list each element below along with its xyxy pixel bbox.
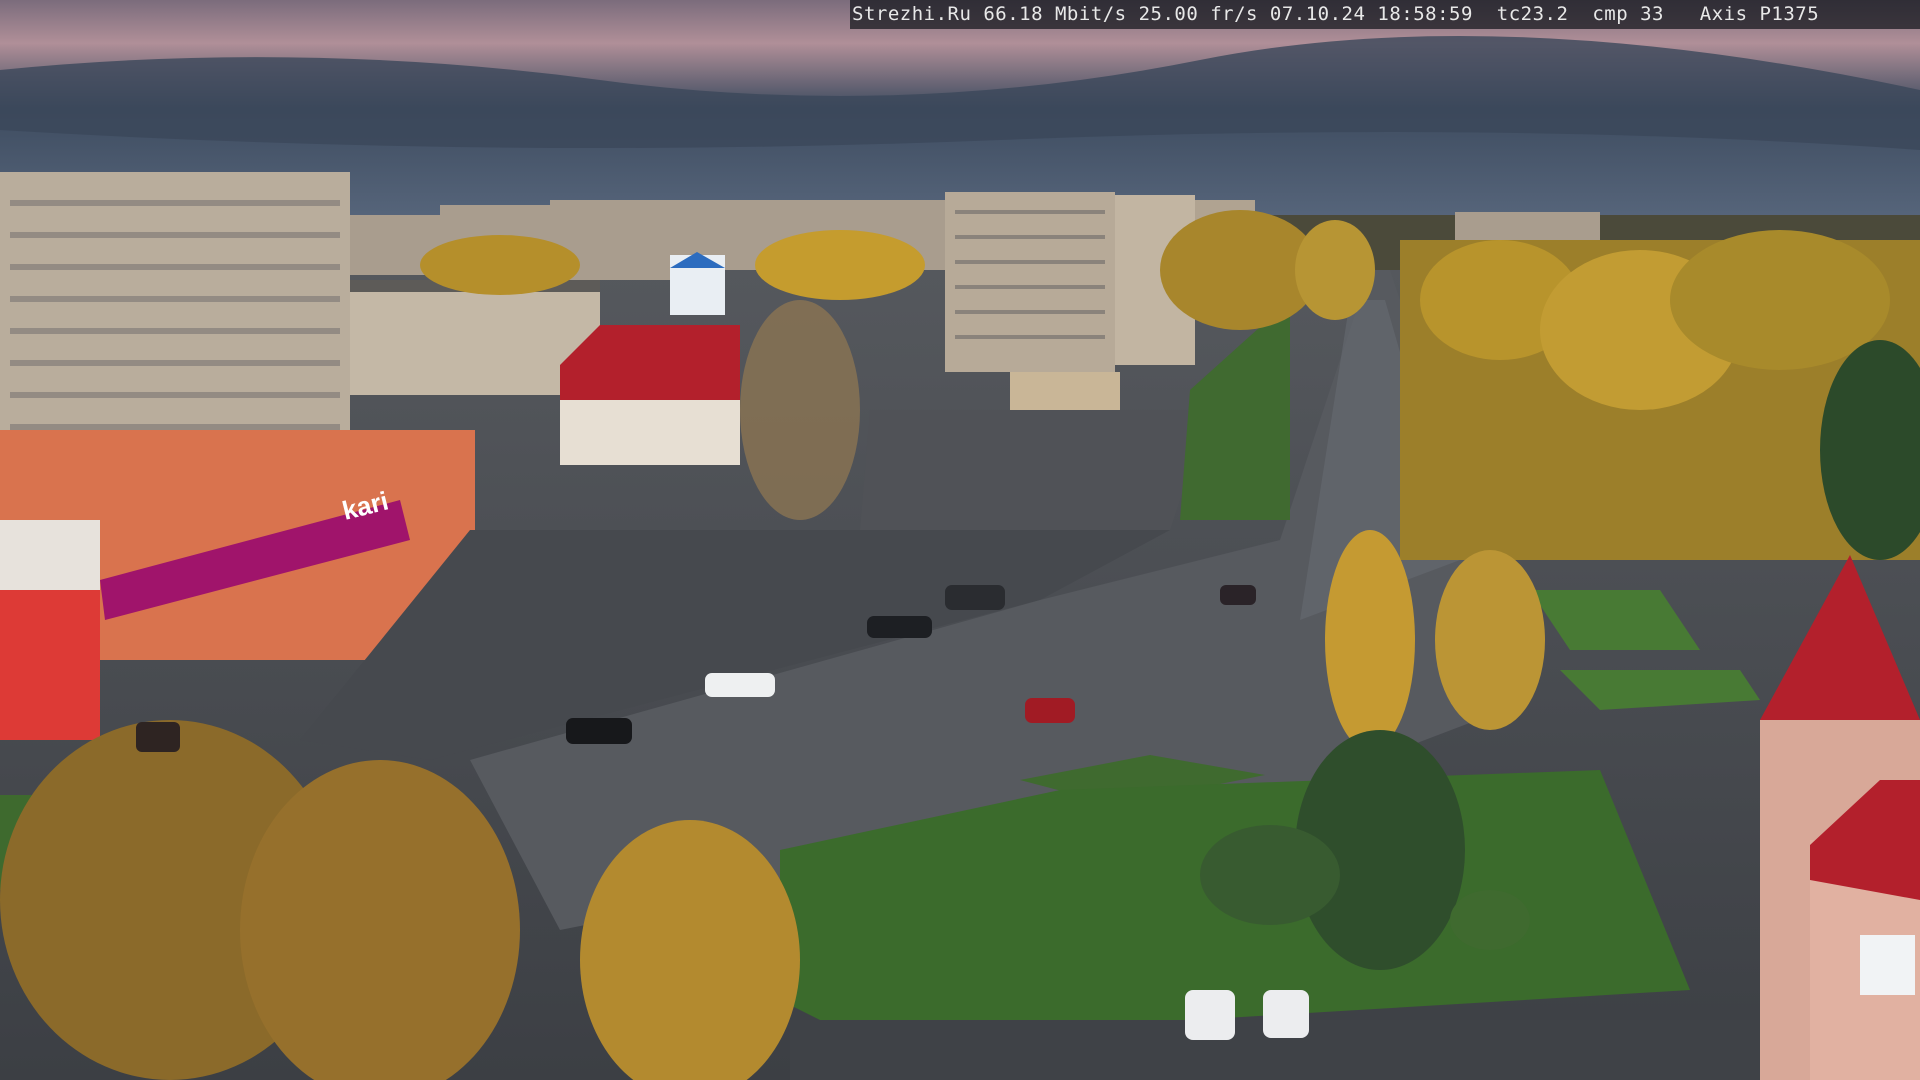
osd-date: 07.10.24 xyxy=(1269,3,1366,25)
car xyxy=(1263,990,1309,1038)
osd-site: Strezhi.Ru xyxy=(852,3,972,25)
car xyxy=(705,673,775,697)
car xyxy=(1025,698,1075,723)
osd-framerate: 25.00 fr/s xyxy=(1138,3,1258,25)
car xyxy=(867,616,932,638)
camera-viewport: kari Strezhi.Ru 66.18 Mbit/s 25.00 fr/s … xyxy=(0,0,1920,1080)
car xyxy=(136,722,180,752)
osd-bitrate: 66.18 Mbit/s xyxy=(983,3,1127,25)
osd-cmp: cmp 33 xyxy=(1592,3,1664,25)
plaza xyxy=(860,410,1210,530)
car xyxy=(945,585,1005,610)
osd-time: 18:58:59 xyxy=(1377,3,1473,25)
car xyxy=(1220,585,1256,605)
camera-osd-overlay: Strezhi.Ru 66.18 Mbit/s 25.00 fr/s 07.10… xyxy=(850,0,1920,29)
osd-tc: tc23.2 xyxy=(1496,3,1569,25)
car xyxy=(566,718,632,744)
camera-frame: kari xyxy=(0,0,1920,1080)
right-trees xyxy=(1400,230,1920,560)
osd-model: Axis P1375 xyxy=(1699,3,1820,25)
car xyxy=(1185,990,1235,1040)
